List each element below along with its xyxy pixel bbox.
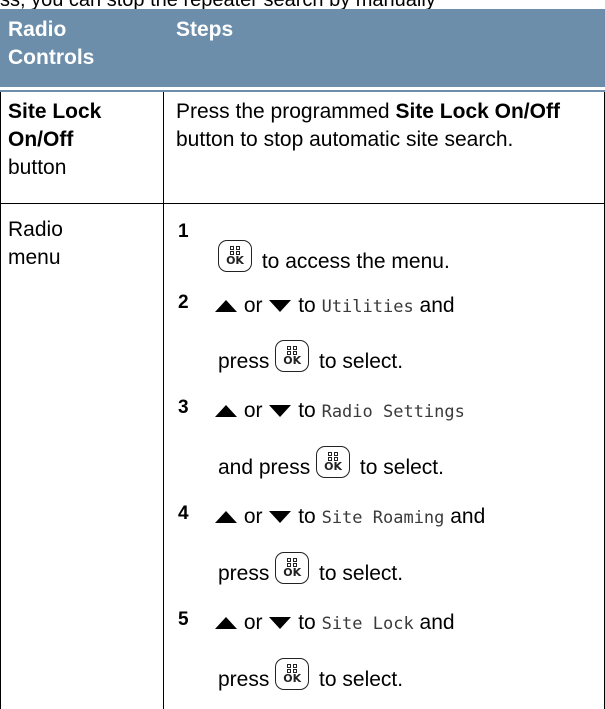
down-arrow-icon — [269, 617, 292, 630]
menu-ok-button-icon: OK — [275, 658, 310, 690]
menu-item-name: Radio Settings — [321, 402, 465, 422]
step-text: or — [243, 611, 263, 634]
step-text: press — [218, 668, 270, 691]
menu-item-name: Utilities — [321, 297, 414, 317]
step-text: or — [243, 294, 263, 317]
header-divider — [0, 90, 605, 92]
step-text: and — [450, 505, 486, 528]
ok-label: OK — [283, 566, 302, 579]
step-number: 2 — [178, 292, 189, 313]
ok-label: OK — [283, 672, 302, 685]
step-text: to select. — [319, 668, 404, 691]
menu-item-name: Site Roaming — [321, 508, 445, 528]
step-text: or — [243, 399, 263, 422]
steps-bold: Site Lock On/Off — [395, 100, 560, 123]
step-text: to — [298, 399, 316, 422]
step-3-line2: and press OK to select. — [218, 446, 444, 482]
step-text: and — [419, 611, 455, 634]
step-4-line1: or to Site Roaming and — [214, 503, 485, 532]
step-text: to select. — [319, 350, 404, 373]
step-2-line2: press OK to select. — [218, 340, 403, 376]
steps-text: button to stop automatic site search. — [176, 128, 514, 151]
step-text: to select. — [319, 562, 404, 585]
step-text: press — [218, 562, 270, 585]
menu-ok-button-icon: OK — [275, 552, 310, 584]
control-line: Site Lock — [8, 100, 102, 123]
clipped-top-text: ss, you can stop the repeater search by … — [0, 0, 605, 9]
row2-control: Radio menu — [8, 216, 158, 272]
ok-label: OK — [226, 254, 244, 267]
table-left-border — [0, 92, 1, 709]
step-text: and press — [218, 456, 311, 479]
column-divider — [163, 92, 164, 709]
step-text: and — [419, 294, 455, 317]
step-number: 5 — [178, 609, 189, 630]
menu-ok-button-icon: OK — [316, 446, 351, 478]
step-text: to — [298, 294, 316, 317]
step-text: press — [218, 350, 270, 373]
menu-ok-button-icon: OK — [218, 240, 252, 272]
header-steps: Steps — [176, 18, 234, 41]
step-number: 1 — [178, 221, 189, 242]
step-5-line2: press OK to select. — [218, 658, 403, 694]
menu-ok-button-icon: OK — [275, 340, 310, 372]
header-radio-controls: Radio Controls — [8, 18, 95, 69]
steps-text: Press the programmed — [176, 100, 396, 123]
down-arrow-icon — [269, 511, 292, 524]
menu-item-name: Site Lock — [321, 614, 414, 634]
step-2-line1: or to Utilities and — [214, 292, 455, 321]
control-line: On/Off — [8, 128, 74, 151]
step-5-line1: or to Site Lock and — [214, 609, 455, 638]
step-1-text: OK to access the menu. — [218, 240, 450, 276]
row1-steps: Press the programmed Site Lock On/Off bu… — [176, 98, 601, 154]
step-4-line2: press OK to select. — [218, 552, 403, 588]
control-line: Radio — [8, 218, 63, 241]
down-arrow-icon — [269, 405, 292, 418]
step-text: to access the menu. — [261, 250, 450, 273]
step-text: to select. — [359, 456, 444, 479]
step-text: to — [298, 505, 316, 528]
up-arrow-icon — [215, 405, 237, 418]
down-arrow-icon — [269, 300, 292, 313]
ok-label: OK — [283, 354, 302, 367]
up-arrow-icon — [215, 511, 237, 524]
step-3-line1: or to Radio Settings — [214, 397, 465, 426]
ok-label: OK — [324, 460, 343, 473]
step-number: 3 — [178, 397, 189, 418]
up-arrow-icon — [215, 617, 237, 630]
step-text: or — [243, 505, 263, 528]
step-text: to — [298, 611, 316, 634]
control-line: menu — [8, 246, 61, 269]
row1-control: Site Lock On/Off button — [8, 98, 158, 182]
control-line: button — [8, 156, 67, 179]
table-header: Radio Controls Steps — [0, 9, 605, 87]
row-divider — [0, 203, 605, 204]
up-arrow-icon — [215, 300, 237, 313]
step-number: 4 — [178, 503, 189, 524]
